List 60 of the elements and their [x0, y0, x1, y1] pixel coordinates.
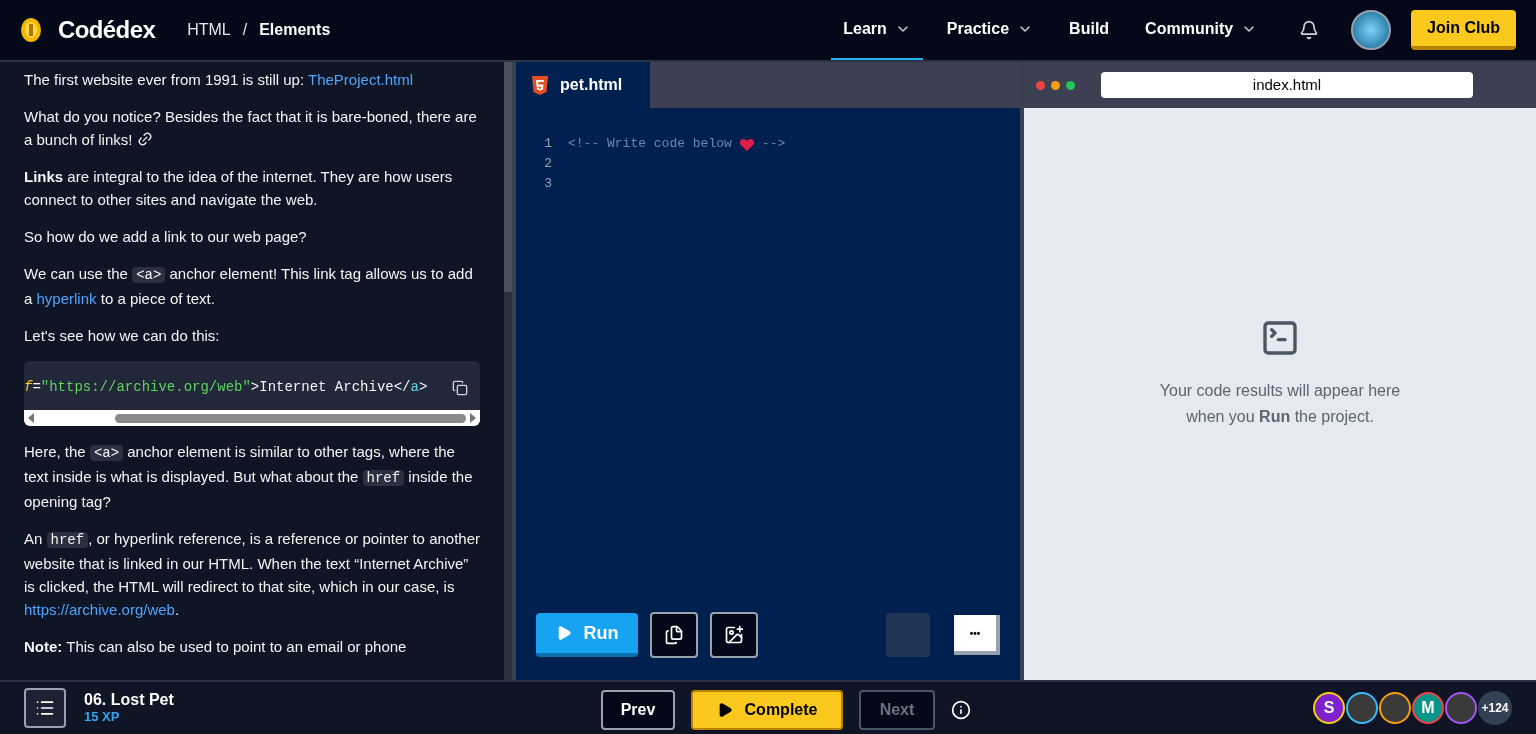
breadcrumb-separator: / — [242, 20, 248, 40]
avatar-photo-placeholder[interactable] — [1346, 692, 1378, 724]
add-image-button[interactable] — [710, 612, 758, 658]
lesson-title: 06. Lost Pet — [84, 691, 174, 708]
lesson-paragraph: An href , or hyperlink reference, is a reference or pointer to another website that is linked in our HTML. When the text “Internet Archive” is clicked, the HTML will redirect to that site, which in our case, is https://archive.org/web. — [24, 529, 480, 620]
nav-tab[interactable]: Build — [1057, 0, 1122, 60]
avatar-photo-placeholder[interactable] — [1445, 692, 1477, 724]
address-bar[interactable]: index.html — [1101, 72, 1473, 98]
copy-files-button[interactable] — [650, 612, 698, 658]
menu-button[interactable] — [24, 688, 66, 728]
line-number: 2 — [543, 155, 552, 174]
text-link[interactable]: https://archive.org/web — [24, 601, 175, 618]
user-avatar[interactable]: S — [1313, 692, 1345, 724]
lesson-paragraph: Note: This can also be used to point to an email or phone — [24, 637, 408, 657]
scroll-left-arrow-icon[interactable] — [28, 413, 34, 423]
code-comment: --> — [761, 135, 786, 154]
image-plus-icon — [724, 625, 744, 645]
info-icon[interactable] — [951, 700, 971, 720]
line-number: 1 — [543, 135, 552, 154]
lesson-paragraph: We can use the <a> anchor element! This link tag allows us to add a hyperlink to a piece of text. — [24, 264, 474, 309]
lesson-paragraph: Links are integral to the idea of the internet. They are how users connect to other sites and navigate the web. — [24, 167, 454, 210]
horizontal-scrollbar[interactable] — [24, 410, 480, 426]
list-icon — [35, 698, 55, 718]
xp-label: 15 XP — [84, 708, 121, 725]
user-avatar[interactable] — [1351, 10, 1392, 50]
nav-tab[interactable]: Practice — [934, 0, 1046, 60]
scroll-right-arrow-icon[interactable] — [470, 413, 476, 423]
copy-icon[interactable] — [452, 379, 468, 396]
text-link[interactable]: hyperlink — [36, 290, 97, 307]
nav-tab[interactable]: Learn — [831, 0, 923, 60]
breadcrumb-item[interactable]: Elements — [259, 18, 331, 42]
lesson-paragraph: The first website ever from 1991 is still up: TheProject.html — [24, 70, 415, 90]
lesson-paragraph: What do you notice? Besides the fact that it is bare-boned, there are a bunch of links! — [24, 105, 480, 151]
copy-files-icon — [664, 625, 684, 645]
blank-square — [886, 613, 930, 657]
avatar-photo-placeholder[interactable] — [1379, 692, 1411, 724]
notification-bell-icon[interactable] — [1299, 20, 1320, 40]
more-users-count[interactable]: +124 — [1478, 691, 1512, 725]
breadcrumb-item[interactable]: HTML — [187, 18, 231, 42]
line-number: 3 — [543, 175, 552, 194]
file-tab[interactable]: pet.html — [516, 62, 650, 108]
lesson-paragraph: Here, the <a> anchor element is similar to other tags, where the text inside is what is displayed. But what about the href inside the opening tag? — [24, 442, 474, 512]
logo-text[interactable]: Codédex — [58, 12, 156, 48]
coin-icon — [20, 17, 42, 43]
code-snippet: f="https://archive.org/web">Internet Archive</a> — [24, 378, 428, 397]
code-comment: <!-- Write code below — [568, 135, 732, 154]
lesson-paragraph: Let's see how we can do this: — [24, 326, 221, 346]
html5-icon — [532, 75, 548, 95]
vertical-scrollbar[interactable] — [504, 62, 512, 680]
complete-button[interactable]: Complete — [691, 690, 843, 730]
more-button[interactable]: ••• — [954, 615, 1000, 655]
join-club-button[interactable]: Join Club — [1411, 10, 1516, 50]
text-link[interactable]: TheProject.html — [308, 71, 414, 88]
nav-tab[interactable]: Community — [1133, 0, 1270, 60]
heart-icon — [739, 137, 754, 151]
empty-state-message: Your code results will appear here when you Run the project. — [1158, 381, 1402, 427]
lesson-paragraph: So how do we add a link to our web page? — [24, 227, 308, 247]
user-avatar[interactable]: M — [1412, 692, 1444, 724]
prev-button[interactable]: Prev — [601, 690, 675, 730]
terminal-icon — [1260, 318, 1300, 358]
